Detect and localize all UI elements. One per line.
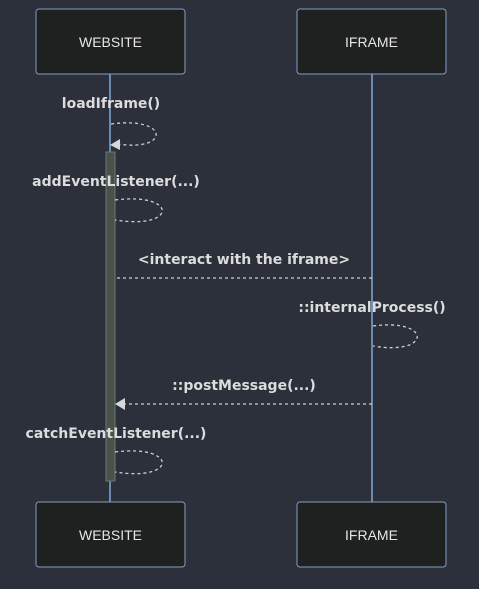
arrowhead xyxy=(115,398,125,410)
actor-website-bottom: WEBSITE xyxy=(35,501,186,568)
self-call-loop xyxy=(114,198,163,223)
actor-iframe-bottom: IFRAME xyxy=(296,501,447,568)
actor-iframe-top: IFRAME xyxy=(296,8,447,75)
message-post-message: ::postMessage(...) xyxy=(115,378,372,410)
message-label: ::internalProcess() xyxy=(298,300,445,316)
self-call-loop xyxy=(372,324,418,349)
sequence-diagram: WEBSITE IFRAME WEBSITE IFRAME loadIframe… xyxy=(0,0,479,589)
message-label: ::postMessage(...) xyxy=(172,378,316,394)
actor-label: WEBSITE xyxy=(79,527,142,543)
self-call-loop xyxy=(114,450,163,475)
message-label: loadIframe() xyxy=(62,96,160,112)
actor-label: WEBSITE xyxy=(79,34,142,50)
message-interact: <interact with the iframe> xyxy=(115,252,372,279)
actor-website-top: WEBSITE xyxy=(35,8,186,75)
message-load-iframe: loadIframe() xyxy=(62,96,160,150)
message-catch-event-listener: catchEventListener(...) xyxy=(26,426,207,475)
actor-label: IFRAME xyxy=(345,527,398,543)
message-label: addEventListener(...) xyxy=(32,174,200,190)
arrowhead xyxy=(110,139,120,150)
sequence-diagram-svg: WEBSITE IFRAME WEBSITE IFRAME loadIframe… xyxy=(26,8,447,568)
message-add-event-listener: addEventListener(...) xyxy=(32,174,200,223)
message-label: catchEventListener(...) xyxy=(26,426,207,442)
actor-label: IFRAME xyxy=(345,34,398,50)
message-label: <interact with the iframe> xyxy=(138,252,350,268)
